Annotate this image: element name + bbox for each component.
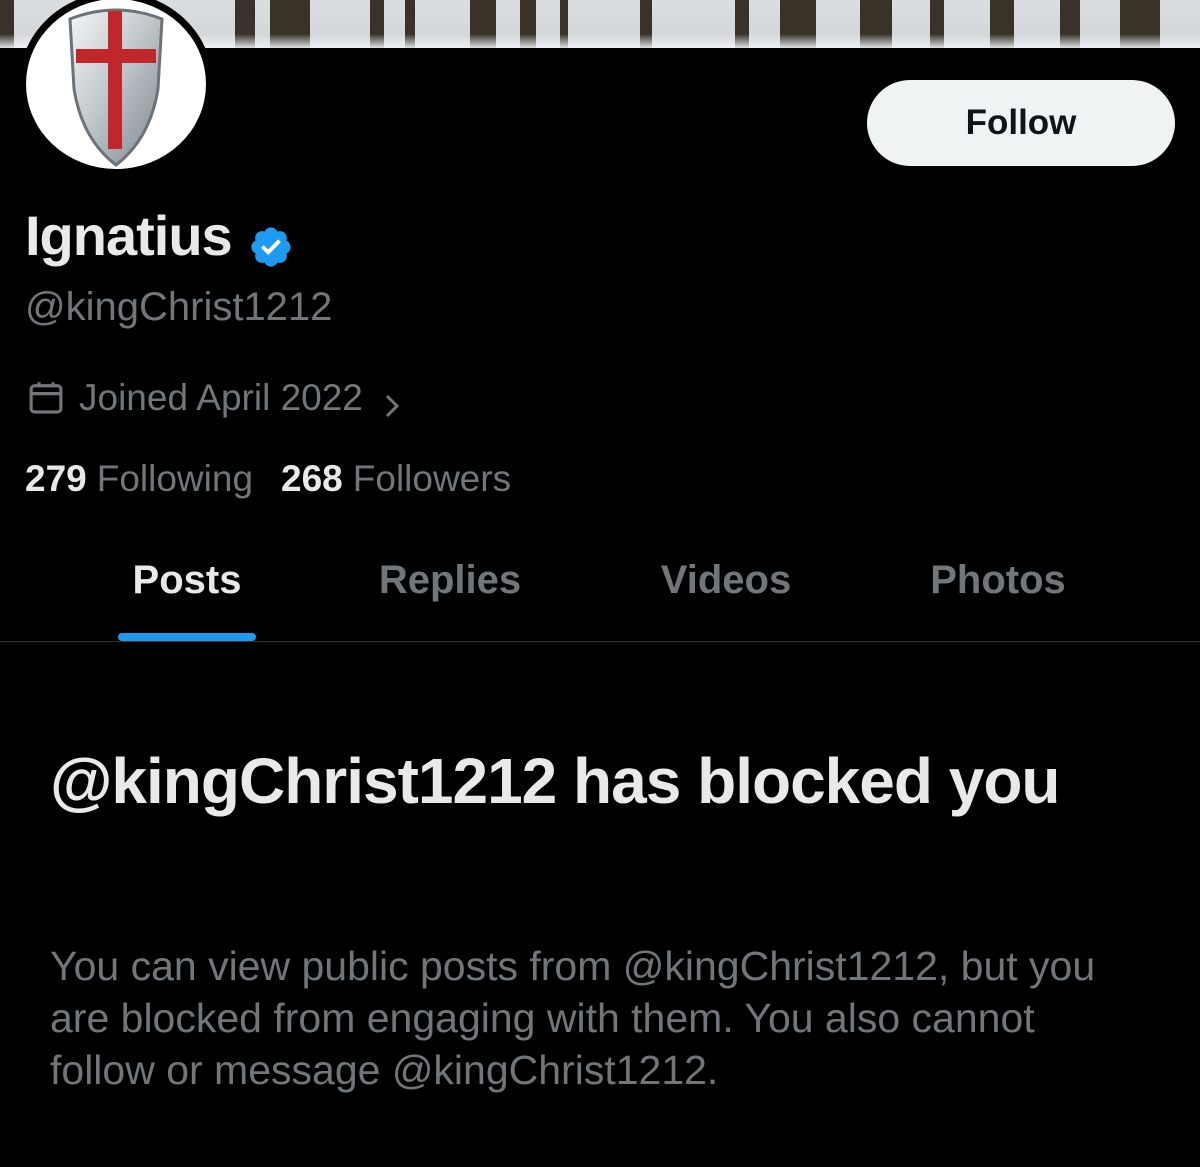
- followers-link[interactable]: 268 Followers: [281, 454, 511, 504]
- display-name: Ignatius: [25, 198, 294, 274]
- blocked-description: You can view public posts from @kingChri…: [50, 943, 1096, 1093]
- joined-date[interactable]: Joined April 2022: [25, 372, 407, 424]
- following-link[interactable]: 279 Following: [25, 454, 253, 504]
- display-name-text: Ignatius: [25, 204, 233, 267]
- tab-videos[interactable]: Videos: [640, 520, 812, 640]
- avatar-image: [26, 0, 206, 169]
- follow-button[interactable]: Follow: [867, 80, 1175, 166]
- followers-count: 268: [281, 458, 343, 499]
- tab-replies[interactable]: Replies: [360, 520, 540, 640]
- followers-label: Followers: [352, 458, 512, 499]
- following-count: 279: [25, 458, 87, 499]
- tab-posts[interactable]: Posts: [98, 520, 276, 640]
- avatar[interactable]: [19, 0, 213, 176]
- follow-stats: 279 Following 268 Followers: [25, 454, 511, 504]
- chevron-right-icon: [377, 383, 407, 418]
- verified-badge-icon[interactable]: [248, 213, 294, 267]
- tabs-divider: [0, 641, 1200, 642]
- active-tab-indicator: [118, 633, 256, 641]
- user-handle: @kingChrist1212: [25, 285, 333, 329]
- blocked-title: @kingChrist1212 has blocked you: [50, 745, 1061, 817]
- profile-tabs: Posts Replies Videos Photos: [0, 520, 1200, 642]
- following-label: Following: [96, 458, 254, 499]
- joined-text: Joined April 2022: [79, 377, 363, 418]
- calendar-icon: [25, 377, 67, 419]
- templar-shield-icon: [68, 8, 164, 167]
- tab-photos[interactable]: Photos: [912, 520, 1084, 640]
